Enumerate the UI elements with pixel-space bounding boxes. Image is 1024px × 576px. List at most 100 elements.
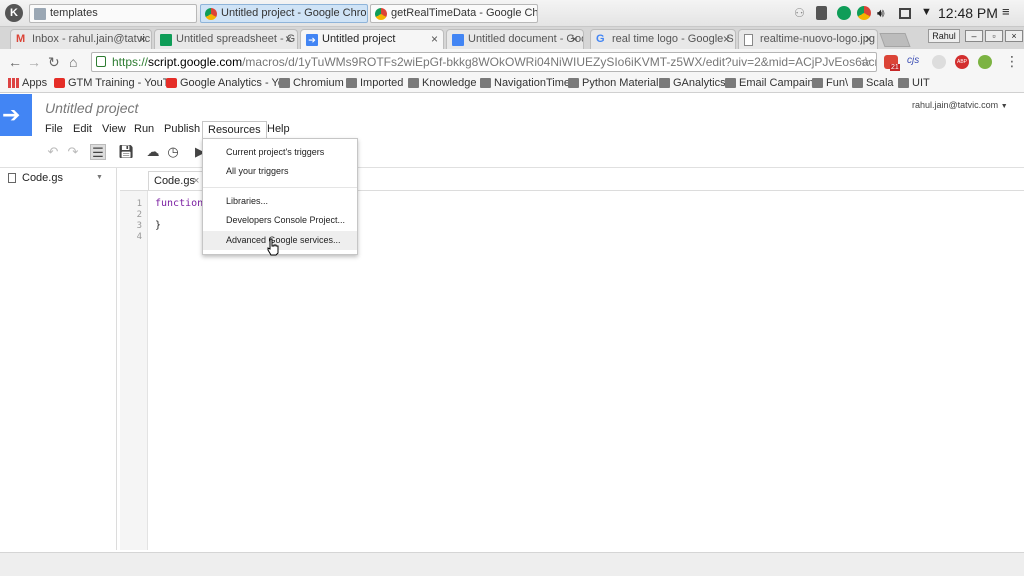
- tab-label: Untitled document - Goo: [468, 33, 584, 45]
- tab-inbox[interactable]: M Inbox - rahul.jain@tatvic ×: [10, 29, 152, 49]
- file-sidebar: [0, 168, 117, 550]
- close-icon[interactable]: ×: [723, 30, 730, 49]
- adblock-icon[interactable]: ABP: [955, 55, 969, 69]
- menu-file[interactable]: File: [40, 121, 68, 139]
- address-bar[interactable]: https://script.google.com/macros/d/1yTuW…: [91, 52, 877, 72]
- menu-help[interactable]: Help: [262, 121, 295, 139]
- bookmarks-bar: Apps GTM Training - YouTu Google Analyti…: [0, 74, 1024, 93]
- close-icon[interactable]: ×: [139, 30, 146, 49]
- folder-icon: [408, 78, 419, 88]
- menu-item-current-triggers[interactable]: Current project's triggers: [203, 143, 357, 162]
- menu-view[interactable]: View: [97, 121, 131, 139]
- bookmark-scala[interactable]: Scala: [852, 77, 894, 89]
- folder-icon: [346, 78, 357, 88]
- menu-item-all-triggers[interactable]: All your triggers: [203, 162, 357, 181]
- hand-cursor-icon: [267, 238, 279, 256]
- folder-icon: [568, 78, 579, 88]
- file-item-code-gs[interactable]: Code.gs ▼: [0, 170, 113, 187]
- cloud-upload-icon[interactable]: ☁: [145, 144, 161, 160]
- bookmark-gtm-training[interactable]: GTM Training - YouTu: [54, 77, 175, 89]
- code-tab[interactable]: Code.gs ×: [148, 171, 204, 191]
- reload-icon[interactable]: ↻: [48, 54, 60, 71]
- bookmark-imported[interactable]: Imported: [346, 77, 403, 89]
- clock-trigger-icon[interactable]: ◷: [165, 144, 181, 160]
- bookmark-navigationtime[interactable]: NavigationTime: [480, 77, 570, 89]
- menu-publish[interactable]: Publish: [159, 121, 205, 139]
- android-extension-icon[interactable]: [978, 55, 992, 69]
- close-icon[interactable]: ×: [571, 30, 578, 49]
- menu-edit[interactable]: Edit: [68, 121, 97, 139]
- tab-untitled-project[interactable]: ➔ Untitled project ×: [300, 29, 444, 49]
- save-icon[interactable]: 💾︎: [118, 144, 135, 160]
- gmail-badge: 21: [890, 64, 900, 71]
- folder-icon: [659, 78, 670, 88]
- home-icon[interactable]: ⌂: [69, 54, 77, 70]
- line-number: 1: [136, 199, 142, 209]
- cjs-extension-icon[interactable]: cjs: [907, 55, 921, 69]
- forward-icon[interactable]: →: [27, 54, 41, 70]
- clipboard-icon[interactable]: [816, 6, 827, 20]
- menu-run[interactable]: Run: [129, 121, 159, 139]
- redo-icon[interactable]: ↷: [65, 144, 81, 160]
- hamburger-menu-icon[interactable]: ≡: [1002, 4, 1016, 19]
- tab-real-time-logo[interactable]: G real time logo - Google S ×: [590, 29, 736, 49]
- extension-icon[interactable]: [932, 55, 946, 69]
- bookmark-ganalytics[interactable]: GAnalytics: [659, 77, 726, 89]
- line-gutter: [120, 191, 148, 550]
- clock[interactable]: 12:48 PM: [938, 5, 998, 21]
- menu-item-developers-console[interactable]: Developers Console Project...: [203, 211, 357, 230]
- bookmark-apps[interactable]: Apps: [8, 77, 47, 89]
- undo-icon[interactable]: ↶: [45, 144, 61, 160]
- bookmark-chromium[interactable]: Chromium: [279, 77, 344, 89]
- project-title[interactable]: Untitled project: [45, 100, 138, 116]
- close-window-button[interactable]: ×: [1005, 30, 1023, 42]
- chrome-menu-icon[interactable]: ⋮: [1005, 53, 1019, 70]
- new-tab-button[interactable]: [879, 33, 911, 47]
- profile-button[interactable]: Rahul: [928, 29, 960, 43]
- volume-icon[interactable]: 🔊︎: [877, 6, 891, 20]
- kde-launcher-icon[interactable]: K: [5, 4, 23, 22]
- bookmark-python-material[interactable]: Python Material: [568, 77, 658, 89]
- caret-down-icon[interactable]: ▼: [96, 170, 103, 186]
- menu-item-advanced-services[interactable]: Advanced Google services...: [203, 231, 357, 250]
- menu-resources[interactable]: Resources: [202, 121, 267, 139]
- menu-item-libraries[interactable]: Libraries...: [203, 192, 357, 211]
- network-people-icon[interactable]: ⚇: [794, 6, 808, 20]
- back-icon[interactable]: ←: [8, 54, 22, 70]
- hangouts-icon[interactable]: [837, 6, 851, 20]
- tab-untitled-document[interactable]: Untitled document - Goo ×: [446, 29, 584, 49]
- menu-separator: [203, 187, 357, 188]
- bookmark-fun[interactable]: Fun\: [812, 77, 848, 89]
- folder-icon: [725, 78, 736, 88]
- star-icon[interactable]: ☆: [860, 54, 872, 70]
- youtube-icon: [166, 78, 177, 88]
- close-icon[interactable]: ×: [865, 30, 872, 49]
- folder-icon: [480, 78, 491, 88]
- bookmark-email-campain[interactable]: Email Campain: [725, 77, 814, 89]
- task-untitled-project[interactable]: Untitled project - Google Chrome: [200, 4, 368, 23]
- folder-icon: [812, 78, 823, 88]
- bookmark-knowledge[interactable]: Knowledge: [408, 77, 476, 89]
- close-icon[interactable]: ×: [193, 172, 199, 190]
- tab-untitled-spreadsheet[interactable]: Untitled spreadsheet - G ×: [154, 29, 298, 49]
- task-getrealtimedata[interactable]: getRealTimeData - Google Chrome: [370, 4, 538, 23]
- file-icon: [8, 173, 16, 183]
- folder-icon: [279, 78, 290, 88]
- maximize-button[interactable]: ▫: [985, 30, 1003, 42]
- chrome-tray-icon[interactable]: [857, 6, 871, 20]
- tab-label: real time logo - Google S: [612, 33, 734, 45]
- bookmark-uit[interactable]: UIT: [898, 77, 930, 89]
- caret-down-icon[interactable]: ▼: [921, 6, 935, 20]
- code-line-3[interactable]: }: [155, 220, 161, 231]
- apps-script-logo[interactable]: ➔: [0, 94, 32, 136]
- close-icon[interactable]: ×: [431, 30, 438, 49]
- close-icon[interactable]: ×: [285, 30, 292, 49]
- battery-icon[interactable]: [899, 8, 911, 19]
- folder-icon: [34, 8, 46, 20]
- bookmark-google-analytics[interactable]: Google Analytics - Yo: [166, 77, 284, 89]
- tab-realtime-nuovo-logo[interactable]: realtime-nuovo-logo.jpg ×: [738, 29, 878, 49]
- task-templates[interactable]: templates: [29, 4, 197, 23]
- minimize-button[interactable]: –: [965, 30, 983, 42]
- indent-icon[interactable]: ☰: [90, 144, 106, 160]
- account-menu[interactable]: rahul.jain@tatvic.com ▼: [912, 100, 1008, 110]
